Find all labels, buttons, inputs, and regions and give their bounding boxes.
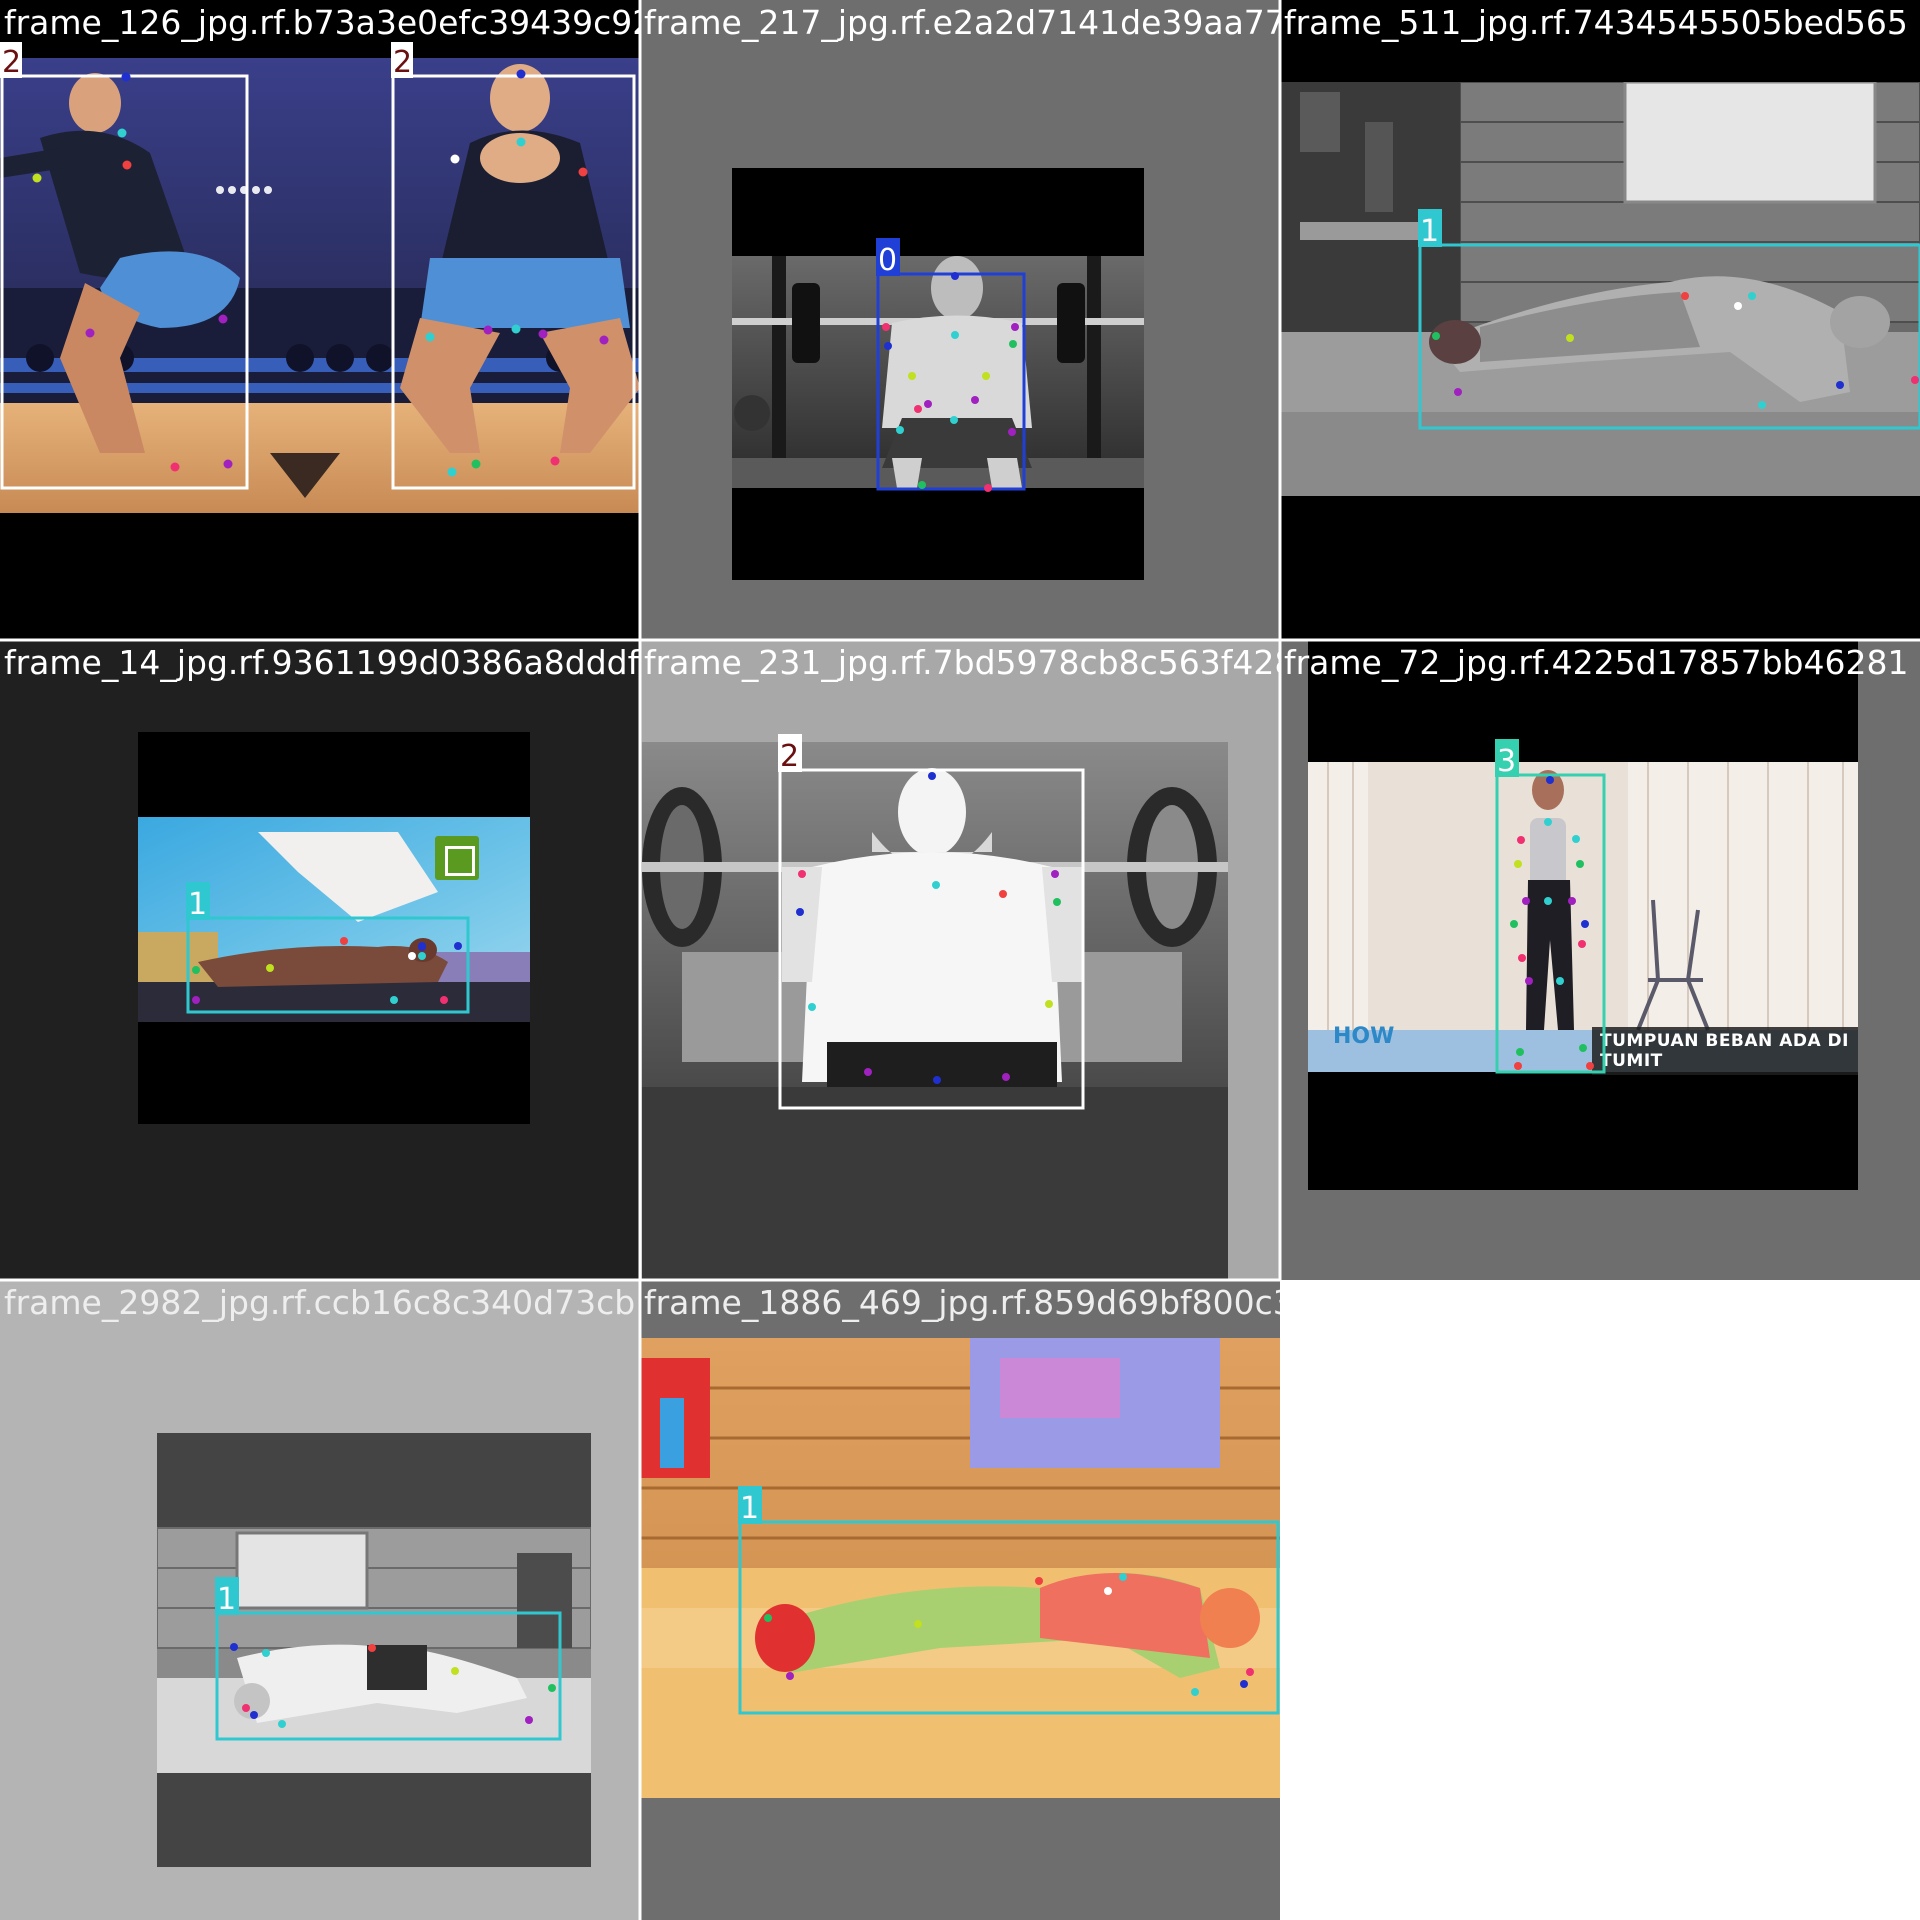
tile-barbell-squat: 0 frame_217_jpg.rf.e2a2d7141de39aa77 bbox=[640, 0, 1280, 640]
keypoints bbox=[882, 272, 1019, 492]
bounding-box: 2 bbox=[391, 42, 636, 490]
annotation-layer: 1 bbox=[215, 1577, 562, 1741]
annotation-layer: 1 bbox=[186, 882, 470, 1014]
bounding-box: 2 bbox=[0, 42, 249, 490]
annotation-layer: 1 bbox=[1418, 209, 1920, 430]
keypoints bbox=[764, 1573, 1254, 1696]
annotation-layer: 2 bbox=[778, 734, 1085, 1110]
bounding-box: 3 bbox=[1495, 739, 1606, 1074]
tile-front-squat: 2 frame_231_jpg.rf.7bd5978cb8c563f428159… bbox=[640, 640, 1280, 1280]
annotation-layer: 1 bbox=[738, 1486, 1280, 1715]
tile-standing-woman: TUMPUAN BEBAN ADA DI TUMIT HOW 3 frame_7… bbox=[1280, 640, 1920, 1280]
bounding-box: 1 bbox=[738, 1486, 1280, 1715]
box-label: 1 bbox=[188, 887, 207, 922]
tile-plank-mono: 1 frame_2982_jpg.rf.ccb16c8c340d73cb bbox=[0, 1280, 640, 1920]
tile-empty bbox=[1280, 1280, 1920, 1920]
annotation-layer: 2 2 bbox=[0, 42, 636, 490]
box-label: 1 bbox=[1420, 214, 1439, 249]
annotation-layer: 0 bbox=[876, 238, 1026, 492]
box-label: 1 bbox=[217, 1582, 236, 1617]
keypoints bbox=[192, 937, 462, 1004]
box-label: 3 bbox=[1497, 744, 1516, 779]
keypoints bbox=[32, 69, 609, 477]
box-label: 1 bbox=[740, 1491, 759, 1526]
tile-squat-pair: 2 2 frame_126_jpg.rf.b73a3e0efc39439c9 bbox=[0, 0, 640, 640]
keypoints bbox=[796, 772, 1061, 1084]
bounding-box: 2 bbox=[778, 734, 1085, 1110]
box-label: 2 bbox=[393, 45, 412, 80]
keypoints bbox=[230, 1643, 556, 1728]
bounding-box: 0 bbox=[876, 238, 1026, 491]
annotation-layer: 3 bbox=[1495, 739, 1606, 1074]
box-label: 2 bbox=[2, 45, 21, 80]
bounding-box: 1 bbox=[1418, 209, 1920, 430]
box-label: 2 bbox=[780, 739, 799, 774]
tile-plank-wooden: 1 frame_1886_469_jpg.rf.859d69bf800c3957… bbox=[640, 1280, 1280, 1920]
bounding-box: 1 bbox=[215, 1577, 562, 1741]
keypoints bbox=[1510, 776, 1594, 1070]
tile-plank-outdoor: 1 frame_14_jpg.rf.9361199d0386a8dddf6d66… bbox=[0, 640, 640, 1280]
tile-plank-wall: 1 frame_511_jpg.rf.7434545505bed565 bbox=[1280, 0, 1920, 640]
keypoints bbox=[1432, 292, 1919, 409]
image-mosaic: 2 2 frame_126_jpg.rf.b73a3e0efc39439c9 0… bbox=[0, 0, 1920, 1920]
box-label: 0 bbox=[878, 243, 897, 278]
